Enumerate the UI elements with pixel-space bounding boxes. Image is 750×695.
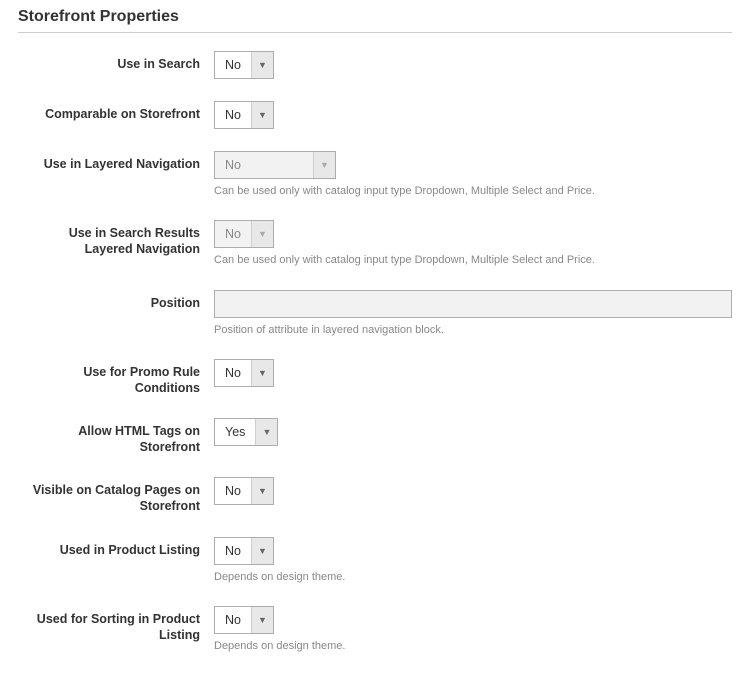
label-use-in-search: Use in Search (18, 51, 214, 73)
select-value: No (215, 102, 251, 128)
chevron-down-icon: ▼ (251, 52, 273, 78)
select-use-in-search[interactable]: No ▼ (214, 51, 274, 79)
field-sorting-listing: Used for Sorting in Product Listing No ▼… (18, 606, 732, 653)
label-comparable: Comparable on Storefront (18, 101, 214, 123)
select-value: No (215, 52, 251, 78)
select-comparable[interactable]: No ▼ (214, 101, 274, 129)
help-search-layered-nav: Can be used only with catalog input type… (214, 253, 732, 267)
chevron-down-icon: ▼ (255, 419, 277, 445)
input-position (214, 290, 732, 318)
field-allow-html: Allow HTML Tags on Storefront Yes ▼ (18, 418, 732, 455)
select-search-layered-nav: No ▼ (214, 220, 274, 248)
chevron-down-icon: ▼ (251, 607, 273, 633)
help-product-listing: Depends on design theme. (214, 570, 732, 584)
select-sorting-listing[interactable]: No ▼ (214, 606, 274, 634)
help-sorting-listing: Depends on design theme. (214, 639, 732, 653)
label-allow-html: Allow HTML Tags on Storefront (18, 418, 214, 455)
select-allow-html[interactable]: Yes ▼ (214, 418, 278, 446)
select-promo-rule[interactable]: No ▼ (214, 359, 274, 387)
select-value: No (215, 360, 251, 386)
field-layered-nav: Use in Layered Navigation No ▼ Can be us… (18, 151, 732, 198)
select-value: No (215, 538, 251, 564)
select-value: No (215, 221, 251, 247)
label-promo-rule: Use for Promo Rule Conditions (18, 359, 214, 396)
chevron-down-icon: ▼ (251, 538, 273, 564)
select-value: Yes (215, 419, 255, 445)
chevron-down-icon: ▼ (251, 102, 273, 128)
field-product-listing: Used in Product Listing No ▼ Depends on … (18, 537, 732, 584)
select-product-listing[interactable]: No ▼ (214, 537, 274, 565)
label-sorting-listing: Used for Sorting in Product Listing (18, 606, 214, 643)
chevron-down-icon: ▼ (251, 221, 273, 247)
help-position: Position of attribute in layered navigat… (214, 323, 732, 337)
chevron-down-icon: ▼ (251, 478, 273, 504)
label-visible-catalog: Visible on Catalog Pages on Storefront (18, 477, 214, 514)
label-position: Position (18, 290, 214, 312)
select-value: No (215, 152, 313, 178)
select-layered-nav: No ▼ (214, 151, 336, 179)
chevron-down-icon: ▼ (251, 360, 273, 386)
label-search-layered-nav: Use in Search Results Layered Navigation (18, 220, 214, 257)
field-promo-rule: Use for Promo Rule Conditions No ▼ (18, 359, 732, 396)
field-use-in-search: Use in Search No ▼ (18, 51, 732, 79)
field-position: Position Position of attribute in layere… (18, 290, 732, 337)
select-value: No (215, 607, 251, 633)
select-visible-catalog[interactable]: No ▼ (214, 477, 274, 505)
field-search-layered-nav: Use in Search Results Layered Navigation… (18, 220, 732, 267)
chevron-down-icon: ▼ (313, 152, 335, 178)
select-value: No (215, 478, 251, 504)
field-visible-catalog: Visible on Catalog Pages on Storefront N… (18, 477, 732, 514)
label-layered-nav: Use in Layered Navigation (18, 151, 214, 173)
section-title: Storefront Properties (18, 8, 732, 33)
field-comparable: Comparable on Storefront No ▼ (18, 101, 732, 129)
help-layered-nav: Can be used only with catalog input type… (214, 184, 732, 198)
label-product-listing: Used in Product Listing (18, 537, 214, 559)
